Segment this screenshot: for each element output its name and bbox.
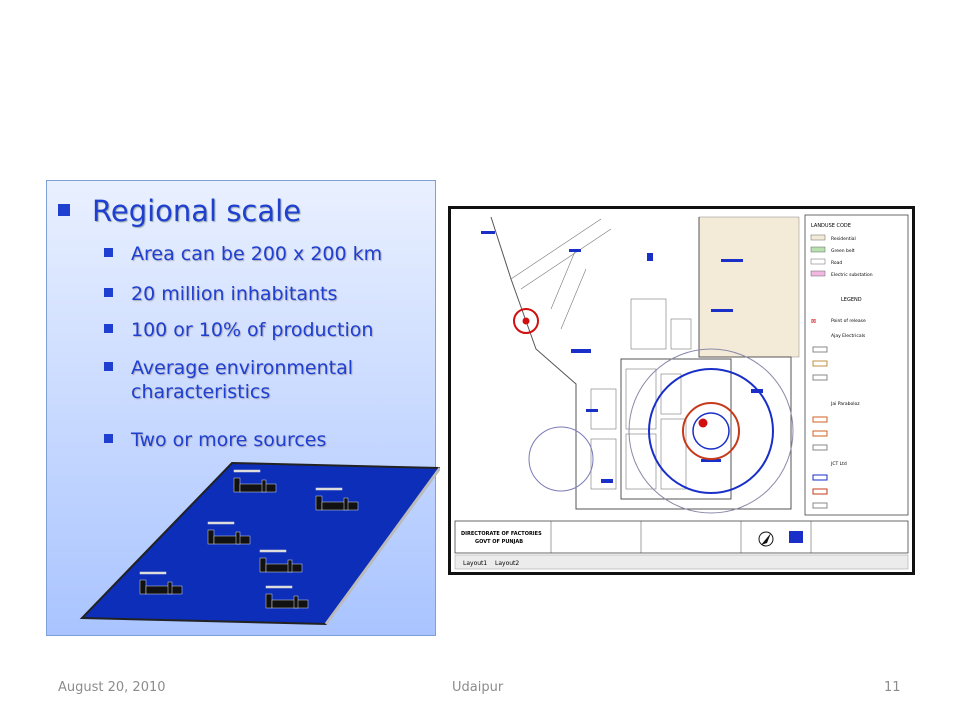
sub-bullet-text: 100 or 10% of production <box>131 319 374 341</box>
regional-plane-illustration <box>79 461 440 626</box>
title-block <box>454 520 909 554</box>
main-bullet-text: Regional scale <box>92 194 302 228</box>
bullet-square-icon <box>104 288 113 297</box>
tab-layout2[interactable]: Layout2 <box>495 560 519 567</box>
title-block-line: DIRECTORATE OF FACTORIES <box>461 531 542 537</box>
main-bullet: Regional scale <box>58 194 301 228</box>
company-label: JCT Ltd <box>830 461 847 467</box>
point-of-release: Point of release <box>831 318 866 324</box>
bullet-square-icon <box>104 248 113 257</box>
svg-text:⊠: ⊠ <box>811 318 816 325</box>
site-plan-map: LANDUSE CODE Residential Green belt Road… <box>448 206 915 575</box>
landuse-item: Residential <box>831 236 856 242</box>
sub-bullet-5: Two or more sources <box>104 428 411 452</box>
landuse-item: Electric substation <box>831 272 873 278</box>
sub-bullet-2: 20 million inhabitants <box>104 282 411 306</box>
sub-bullet-text: Area can be 200 x 200 km <box>131 243 383 265</box>
landuse-title: LANDUSE CODE <box>811 223 851 229</box>
sub-bullet-1: Area can be 200 x 200 km <box>104 242 411 266</box>
title-block-line: GOVT OF PUNJAB <box>475 539 523 545</box>
bullet-square-icon <box>104 362 113 371</box>
landuse-item: Road <box>831 260 842 266</box>
company-label: Jai Paraboloz <box>830 401 860 407</box>
landuse-item: Green belt <box>831 248 855 254</box>
sub-bullet-text: Two or more sources <box>131 429 327 451</box>
sub-bullet-4: Average environmental characteristics <box>104 356 411 404</box>
sub-bullet-3: 100 or 10% of production <box>104 318 411 342</box>
sub-bullet-text: 20 million inhabitants <box>131 283 338 305</box>
tab-layout1[interactable]: Layout1 <box>463 560 487 567</box>
company-label: Ajay Electricals <box>831 333 866 339</box>
bullet-square-icon <box>58 204 70 216</box>
sub-bullet-text: Average environmental characteristics <box>131 357 353 403</box>
bullet-square-icon <box>104 324 113 333</box>
legend-title: LEGEND <box>841 297 862 303</box>
site-plan-drawing: LANDUSE CODE Residential Green belt Road… <box>451 209 912 572</box>
footer-date: August 20, 2010 <box>58 680 166 695</box>
page-number: 11 <box>884 680 901 695</box>
bullet-square-icon <box>104 434 113 443</box>
residential-area <box>698 216 800 358</box>
footer-place: Udaipur <box>452 680 504 695</box>
